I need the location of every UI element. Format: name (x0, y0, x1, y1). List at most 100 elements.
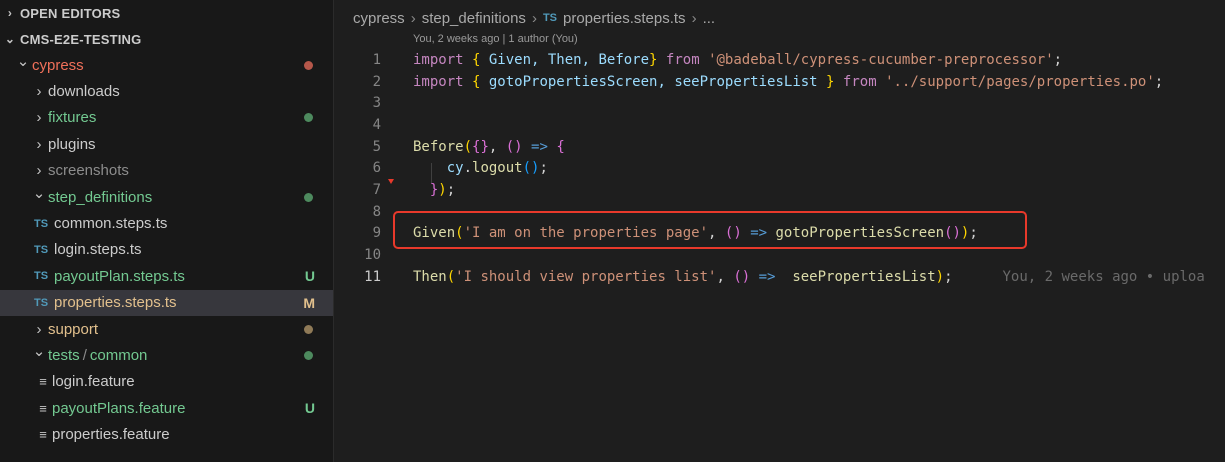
chevron-right-icon: › (531, 9, 537, 27)
tree-item-folder-tests-common[interactable]: ⌄ tests / common (0, 342, 333, 368)
code-token: } (826, 73, 835, 90)
tree-item-label: properties.feature (52, 426, 170, 444)
code-line-4[interactable]: 4 (335, 114, 381, 136)
tree-item-label: login.feature (52, 373, 135, 391)
code-line-6[interactable]: 6 cy.logout(); (335, 157, 548, 179)
highlight-annotation-box (393, 211, 1027, 249)
tree-item-file-login-feature[interactable]: ≡ login.feature (0, 369, 333, 395)
project-label: CMS-E2E-TESTING (20, 31, 142, 47)
chevron-right-icon: › (36, 320, 42, 338)
tree-item-file-login-steps[interactable]: TS login.steps.ts (0, 237, 333, 263)
line-number: 7 (372, 181, 381, 198)
code-token: () (522, 160, 540, 177)
code-token: {} (472, 138, 489, 155)
chevron-right-icon: › (691, 9, 697, 27)
code-token: ) (438, 181, 447, 198)
code-token: , (488, 138, 506, 155)
code-token: . (463, 160, 473, 177)
inline-git-blame[interactable]: You, 2 weeks ago • uploa (1003, 269, 1205, 285)
code-token: Given, Then, Before (480, 51, 650, 68)
code-line-7[interactable]: 7 }); (335, 179, 456, 201)
breadcrumb: cypress › step_definitions › TS properti… (335, 0, 1225, 36)
line-number: 3 (372, 95, 381, 112)
code-token: , (716, 268, 734, 285)
typescript-icon: TS (34, 243, 49, 256)
tree-item-folder-fixtures[interactable]: › fixtures (0, 105, 333, 131)
code-token: ; (944, 268, 953, 285)
tree-item-label: downloads (48, 83, 120, 101)
git-blame-header[interactable]: You, 2 weeks ago | 1 author (You) (413, 33, 578, 45)
code-line-5[interactable]: 5 Before({}, () => { (335, 136, 565, 158)
code-lines[interactable]: 1 import { Given, Then, Before} from '@b… (335, 49, 1205, 288)
code-token: Then (413, 268, 447, 285)
code-token: '../support/pages/properties.po' (885, 73, 1155, 90)
code-line-8[interactable]: 8 (335, 201, 381, 223)
typescript-icon: TS (542, 12, 557, 24)
chevron-down-icon: ⌄ (32, 185, 46, 203)
code-line-2[interactable]: 2 import { gotoPropertiesScreen, seeProp… (335, 71, 1164, 93)
tree-item-label: common.steps.ts (54, 215, 168, 233)
tree-item-file-payoutplans-feature[interactable]: ≡ payoutPlans.feature U (0, 395, 333, 421)
line-number: 8 (372, 203, 381, 220)
chevron-right-icon: › (410, 9, 416, 27)
tree-item-label: plugins (48, 135, 96, 153)
code-token: => (758, 268, 776, 285)
code-token: seePropertiesList (792, 268, 936, 285)
tree-item-folder-cypress[interactable]: ⌄ cypress (0, 52, 333, 78)
line-number: 1 (372, 51, 381, 68)
line-number: 10 (364, 247, 381, 264)
code-line-9[interactable]: 9 Given('I am on the properties page', (… (335, 223, 978, 245)
code-line-10[interactable]: 10 (335, 244, 381, 266)
breadcrumb-step-definitions[interactable]: step_definitions (422, 10, 526, 27)
code-token: cy (446, 160, 464, 177)
tree-item-file-properties-feature[interactable]: ≡ properties.feature (0, 421, 333, 447)
tree-item-folder-downloads[interactable]: › downloads (0, 78, 333, 104)
breadcrumb-cypress[interactable]: cypress (353, 10, 405, 27)
code-token: { (556, 138, 565, 155)
breadcrumb-ellipsis[interactable]: ... (703, 10, 716, 27)
typescript-icon: TS (34, 270, 49, 283)
tree-item-label: fixtures (48, 109, 97, 127)
breadcrumb-file[interactable]: properties.steps.ts (563, 10, 686, 27)
chevron-right-icon: › (36, 83, 42, 101)
chevron-down-icon: ⌄ (32, 343, 46, 361)
tree-item-label: properties.steps.ts (54, 294, 177, 312)
code-line-3[interactable]: 3 (335, 92, 381, 114)
git-status-badge: U (304, 268, 315, 285)
chevron-right-icon: › (7, 6, 13, 20)
chevron-right-icon: › (36, 162, 42, 180)
gutter-deleted-marker[interactable] (388, 179, 394, 184)
feature-file-icon: ≡ (39, 374, 47, 390)
tree-item-label: cypress (32, 56, 84, 74)
code-token: from (665, 51, 700, 68)
code-token: ( (463, 138, 473, 155)
code-token: ; (446, 181, 456, 198)
tree-item-file-payoutplan-steps[interactable]: TS payoutPlan.steps.ts U (0, 263, 333, 289)
tree-item-label: screenshots (48, 162, 129, 180)
open-editors-header[interactable]: › OPEN EDITORS (0, 0, 333, 26)
feature-file-icon: ≡ (39, 427, 47, 443)
code-token: () (733, 268, 751, 285)
project-header[interactable]: ⌄ CMS-E2E-TESTING (0, 26, 333, 52)
tree-item-label: login.steps.ts (54, 241, 142, 259)
line-number: 9 (372, 225, 381, 242)
code-line-11[interactable]: 11 Then('I should view properties list',… (335, 266, 1205, 288)
tree-item-label: payoutPlans.feature (52, 399, 186, 417)
tree-item-file-common-steps[interactable]: TS common.steps.ts (0, 210, 333, 236)
tree-item-label: step_definitions (48, 188, 153, 206)
tree-item-folder-support[interactable]: › support (0, 316, 333, 342)
git-status-dot (304, 350, 313, 360)
tree-item-folder-step-definitions[interactable]: ⌄ step_definitions (0, 184, 333, 210)
line-number: 4 (372, 116, 381, 133)
line-number: 11 (364, 268, 381, 285)
path-separator: / (82, 346, 87, 364)
code-token: ; (1154, 73, 1164, 90)
code-token: import (413, 73, 464, 90)
code-token: '@badeball/cypress-cucumber-preprocessor… (708, 51, 1054, 68)
tree-item-folder-screenshots[interactable]: › screenshots (0, 158, 333, 184)
tree-item-file-properties-steps[interactable]: TS properties.steps.ts M (0, 289, 333, 316)
tree-item-folder-plugins[interactable]: › plugins (0, 131, 333, 157)
code-line-1[interactable]: 1 import { Given, Then, Before} from '@b… (335, 49, 1063, 71)
tree-item-label: support (48, 320, 99, 338)
code-editor[interactable]: cypress › step_definitions › TS properti… (335, 0, 1225, 462)
